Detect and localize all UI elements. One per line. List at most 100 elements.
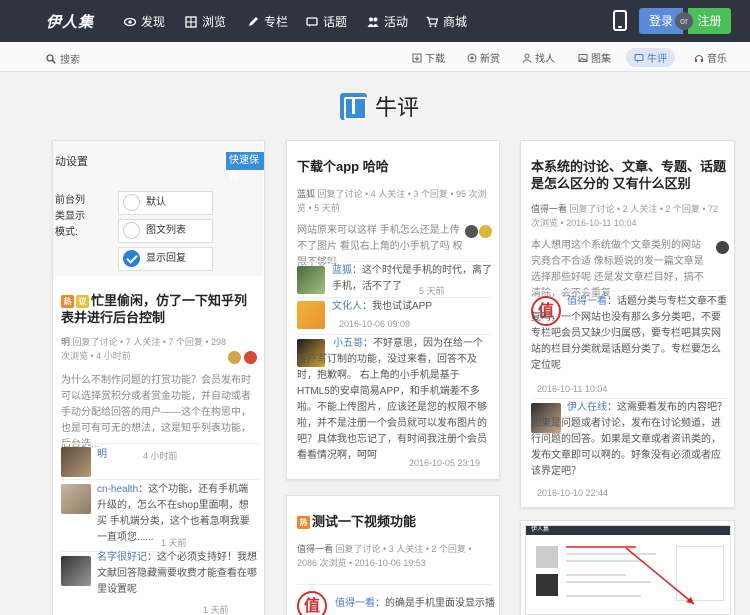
comment-time: 4 小时前: [143, 451, 178, 461]
card-meta: 蓝狐 回复了讨论 • 4 人关注 • 3 个回复 • 95 次浏览 • 5 天前: [297, 187, 492, 215]
comment-text: 的确是手机里面没显示播: [385, 598, 495, 609]
comment-user[interactable]: cn-health: [97, 484, 138, 495]
top-navbar: 伊人集 发现 浏览 专栏 话题 活动 商城 登录 or 注册: [0, 0, 750, 42]
download-icon: [412, 53, 422, 62]
radio-checked-icon: [123, 250, 140, 267]
comment: 值得一看：的确是手机里面没显示播: [335, 598, 495, 609]
mobile-app-icon[interactable]: [613, 10, 627, 31]
cat-label: 找人: [535, 54, 555, 65]
comment: 蓝狐：这个时代是手机的时代，离了手机，活不了了: [332, 265, 492, 292]
thumb-heading: 动设置: [55, 156, 88, 168]
card-meta: 值得一看 回复了讨论 • 3 人关注 • 2 个回复 • 2086 次浏览 • …: [297, 542, 492, 570]
card-title-link[interactable]: 本系统的讨论、文章、专题、话题是怎么区分的 又有什么区别: [531, 158, 729, 192]
divider: [531, 398, 727, 399]
nav-topics[interactable]: 话题: [306, 13, 347, 30]
category-bar: 搜索 下载 新赏 找人 图集 牛评 音乐: [0, 42, 750, 72]
cat-music[interactable]: 音乐: [694, 50, 727, 65]
nav-discover[interactable]: 发现: [124, 13, 165, 30]
cat-new[interactable]: 新赏: [467, 50, 500, 65]
search-placeholder: 搜索: [60, 55, 80, 66]
cart-icon: [426, 16, 438, 27]
search-box[interactable]: 搜索: [46, 51, 80, 66]
divider: [297, 297, 491, 298]
comment-user[interactable]: 值得一看: [567, 296, 607, 307]
nav-label: 发现: [141, 15, 166, 29]
cat-label: 音乐: [707, 54, 727, 65]
nav-label: 专栏: [264, 15, 289, 29]
thumb-option: 图文列表: [118, 219, 213, 243]
thumb-label: 前台列: [55, 195, 85, 206]
card-title: 本系统的讨论、文章、专题、话题是怎么区分的 又有什么区别: [531, 159, 727, 191]
divider: [297, 261, 491, 262]
card-summary: 为什么不制作问题的打赏功能？会员发布时可以选择赏积分或者赏金功能，并自动或者手动…: [61, 375, 251, 450]
thumb-option-label: 显示回复: [146, 253, 186, 264]
meta-user[interactable]: 值得一看: [531, 204, 567, 214]
red-arrow-icon: [625, 547, 695, 605]
meta-user[interactable]: 值得一看: [297, 544, 333, 554]
nav-mall[interactable]: 商城: [426, 13, 467, 30]
follower-avatar[interactable]: [244, 351, 257, 364]
discussion-card: 动设置 快速保存 前台列 类显示 模式: 默认 图文列表 显示回复 热议忙里偷闲…: [52, 140, 265, 615]
comment-user[interactable]: 值得一看: [335, 598, 375, 609]
page-title: 牛评: [340, 90, 419, 122]
comment: 文化人：我也试试APP: [332, 301, 433, 312]
comment: 伊人在线：这需要看发布的内容吧？如果是问题或者讨论，发布在讨论频道，进行问题的回…: [531, 402, 727, 477]
pen-icon: [249, 16, 258, 26]
comment-user[interactable]: 小五哥: [333, 338, 363, 349]
comment-icon: [634, 53, 644, 62]
card-title: 下载个app 哈哈: [297, 159, 389, 174]
hot-badge: 热: [61, 295, 74, 308]
thumb-option-label: 图文列表: [146, 225, 186, 236]
user-avatar[interactable]: [297, 266, 325, 294]
user-avatar[interactable]: [61, 556, 91, 586]
comment-text: 这个时代是手机的时代，离了手机，活不了了: [332, 265, 492, 292]
cat-label: 牛评: [647, 54, 667, 65]
register-button[interactable]: 注册: [688, 8, 731, 34]
cat-people[interactable]: 找人: [522, 50, 555, 65]
card-title-link[interactable]: 热测试一下视频功能: [297, 513, 492, 530]
comment-user[interactable]: 名字很好记: [97, 552, 147, 563]
follower-avatar[interactable]: [479, 225, 492, 238]
comment-text: 话题分类与专栏文章不重复吗，一个网站也没有那么多分类吧，不要专栏吧会员又缺少归属…: [531, 296, 727, 371]
page-screenshot[interactable]: 伊人集: [525, 525, 731, 615]
chat-icon: [306, 16, 318, 27]
user-avatar[interactable]: 值: [297, 591, 327, 615]
cat-download[interactable]: 下载: [412, 50, 445, 65]
user-avatar[interactable]: [61, 447, 91, 477]
comment-user[interactable]: 伊人在线: [567, 402, 607, 413]
comment-time: 1 天前: [161, 538, 187, 548]
comment-time: 2016-10-11 10:04: [537, 384, 608, 394]
nav-label: 商城: [443, 15, 468, 29]
comment-user[interactable]: 文化人: [332, 301, 362, 312]
meta-user[interactable]: 明: [61, 337, 70, 347]
nav-events[interactable]: 活动: [367, 13, 408, 30]
cat-label: 新赏: [480, 54, 500, 65]
divider: [297, 334, 491, 335]
site-logo[interactable]: 伊人集: [46, 11, 94, 32]
circle-icon: [467, 53, 477, 62]
follower-avatar[interactable]: [465, 225, 478, 238]
radio-icon: [123, 194, 140, 211]
comment: 名字很好记：这个必须支持好！我想文献回答隐藏需要收费才能查看在哪里设置呢: [97, 552, 257, 595]
cat-reviews[interactable]: 牛评: [626, 48, 675, 67]
comment-user[interactable]: 蓝狐: [332, 265, 352, 276]
meta-user[interactable]: 蓝狐: [297, 189, 315, 199]
comment-user[interactable]: 明: [97, 449, 107, 460]
person-icon: [522, 53, 532, 63]
discussion-card: 下载个app 哈哈 蓝狐 回复了讨论 • 4 人关注 • 3 个回复 • 95 …: [286, 140, 500, 480]
cat-label: 图集: [591, 54, 611, 65]
comment-time: 1 天前: [203, 605, 229, 615]
nav-label: 活动: [384, 15, 409, 29]
cat-gallery[interactable]: 图集: [578, 50, 611, 65]
follower-avatar[interactable]: [716, 241, 729, 254]
follower-avatar[interactable]: [228, 351, 241, 364]
user-avatar[interactable]: [297, 301, 325, 329]
nav-column[interactable]: 专栏: [247, 13, 288, 30]
settings-screenshot: 动设置 快速保存 前台列 类显示 模式: 默认 图文列表 显示回复: [53, 141, 264, 276]
user-avatar[interactable]: [61, 484, 91, 514]
nav-browse[interactable]: 浏览: [185, 13, 226, 30]
card-summary: 本人想用这个系统做个文章类别的网站 究竟合不合适 像标题说的发一篇文章是选择那些…: [531, 240, 704, 299]
card-title-link[interactable]: 下载个app 哈哈: [297, 158, 492, 175]
card-title-link[interactable]: 热议忙里偷闲，仿了一下知乎列表并进行后台控制: [61, 292, 259, 326]
divider: [61, 479, 259, 480]
